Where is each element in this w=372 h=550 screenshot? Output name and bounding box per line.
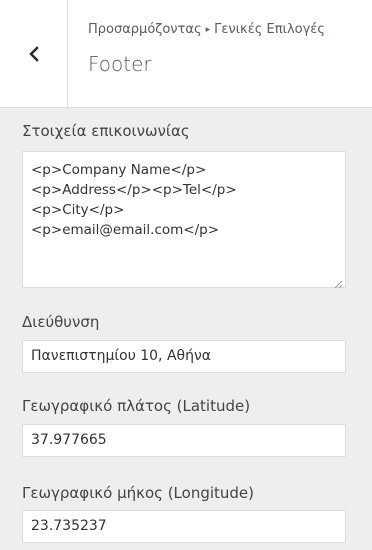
longitude-label: Γεωγραφικό μήκος (Longitude) (22, 484, 255, 502)
contact-line: <p>email@email.com</p> (31, 222, 220, 238)
contact-textarea[interactable]: <p>Company Name</p> <p>Address</p><p>Tel… (22, 151, 346, 289)
latitude-input[interactable]: 37.977665 (22, 424, 346, 457)
contact-line: <p>Address</p><p>Tel</p> (31, 182, 237, 198)
address-label: Διεύθυνση (22, 313, 100, 331)
contact-line: <p>City</p> (31, 202, 125, 218)
breadcrumb-parent: Προσαρμόζοντας (88, 22, 202, 37)
contact-label: Στοιχεία επικοινωνίας (22, 122, 190, 140)
back-button[interactable] (0, 0, 68, 107)
section-header: Προσαρμόζοντας ▸ Γενικές Επιλογές Footer (0, 0, 372, 108)
latitude-label: Γεωγραφικό πλάτος (Latitude) (22, 397, 251, 415)
page-title: Footer (88, 52, 152, 76)
longitude-input[interactable]: 23.735237 (22, 510, 346, 543)
resize-handle-icon[interactable] (333, 275, 343, 289)
breadcrumb-separator-icon: ▸ (205, 25, 211, 35)
breadcrumb-current: Γενικές Επιλογές (214, 22, 325, 37)
address-input[interactable]: Πανεπιστημίου 10, Αθήνα (22, 340, 346, 373)
contact-line: <p>Company Name</p> (31, 162, 207, 178)
chevron-left-icon (28, 45, 40, 62)
breadcrumb: Προσαρμόζοντας ▸ Γενικές Επιλογές (88, 22, 325, 37)
